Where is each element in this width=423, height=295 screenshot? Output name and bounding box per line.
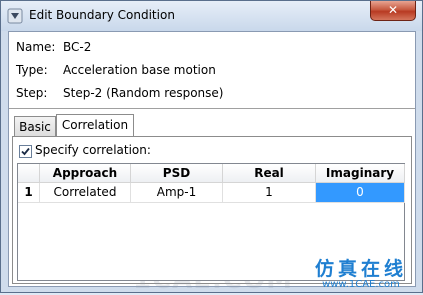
step-value: Step-2 (Random response)	[63, 86, 224, 100]
step-label: Step:	[16, 86, 48, 100]
type-label: Type:	[16, 63, 48, 77]
edit-boundary-condition-dialog: Edit Boundary Condition ✕ Name: BC-2 Typ…	[0, 0, 423, 295]
column-header-approach[interactable]: Approach	[40, 164, 131, 183]
site-watermark: 仿真在线 www.1CAE.com	[301, 259, 421, 293]
name-value: BC-2	[63, 40, 92, 54]
cell-approach[interactable]: Correlated	[40, 183, 131, 203]
watermark-url: www.1CAE.com	[322, 279, 400, 290]
type-value: Acceleration base motion	[63, 63, 216, 77]
separator	[9, 108, 415, 109]
name-label: Name:	[16, 40, 56, 54]
column-header-psd[interactable]: PSD	[131, 164, 223, 183]
title-bar[interactable]: Edit Boundary Condition ✕	[1, 1, 422, 31]
tab-correlation[interactable]: Correlation	[56, 114, 134, 137]
column-header-real[interactable]: Real	[223, 164, 316, 183]
cell-real[interactable]: 1	[223, 183, 316, 203]
watermark-cn-text: 仿真在线	[314, 258, 407, 280]
table-corner	[18, 164, 40, 183]
checkmark-icon	[21, 147, 30, 156]
close-button[interactable]: ✕	[370, 1, 416, 21]
specify-correlation-checkbox[interactable]	[19, 145, 32, 158]
cell-imaginary[interactable]: 0	[316, 183, 405, 203]
dialog-body: Name: BC-2 Type: Acceleration base motio…	[8, 31, 416, 295]
cell-psd[interactable]: Amp-1	[131, 183, 223, 203]
column-header-imaginary[interactable]: Imaginary	[316, 164, 405, 183]
app-icon	[7, 8, 23, 24]
window-title: Edit Boundary Condition	[29, 8, 175, 22]
tab-basic[interactable]: Basic	[14, 116, 56, 137]
row-number: 1	[18, 183, 40, 203]
specify-correlation-label: Specify correlation:	[35, 143, 151, 157]
